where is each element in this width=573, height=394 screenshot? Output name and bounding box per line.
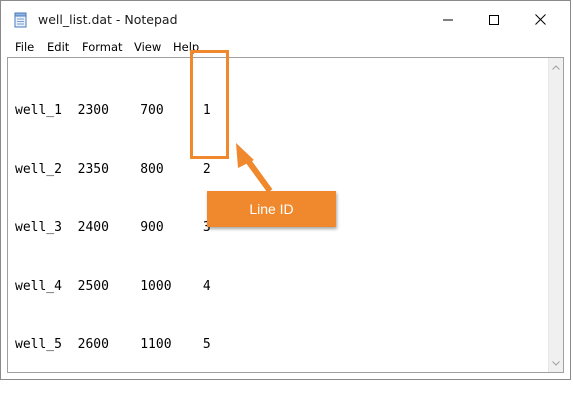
notepad-window: well_list.dat - Notepad File Edit Format… <box>0 0 571 380</box>
callout-label: Line ID <box>249 201 294 217</box>
text-line: well_4 2500 1000 4 <box>15 278 211 294</box>
scroll-down-icon[interactable] <box>549 356 563 370</box>
window-title: well_list.dat - Notepad <box>38 12 178 27</box>
minimize-button[interactable] <box>425 1 471 37</box>
document-text[interactable]: well_1 2300 700 1 well_2 2350 800 2 well… <box>15 62 211 394</box>
text-line: well_2 2350 800 2 <box>15 161 211 177</box>
close-button[interactable] <box>517 1 563 37</box>
menu-file[interactable]: File <box>15 40 34 54</box>
text-line: well_1 2300 700 1 <box>15 103 211 118</box>
scroll-up-icon[interactable] <box>549 60 563 74</box>
text-line: well_5 2600 1100 5 <box>15 337 211 352</box>
close-icon <box>534 10 546 29</box>
menu-edit[interactable]: Edit <box>47 40 69 54</box>
line-id-highlight <box>190 50 229 159</box>
text-line: well_3 2400 900 3 <box>15 220 211 235</box>
menu-view[interactable]: View <box>134 40 161 54</box>
menu-bar: File Edit Format View Help <box>1 37 570 57</box>
line-id-callout: Line ID <box>207 191 336 227</box>
menu-format[interactable]: Format <box>82 40 123 54</box>
minimize-icon <box>443 10 453 29</box>
title-bar[interactable]: well_list.dat - Notepad <box>1 1 570 37</box>
vertical-scrollbar[interactable] <box>548 58 563 372</box>
notepad-icon <box>14 12 28 28</box>
maximize-button[interactable] <box>471 1 517 37</box>
maximize-icon <box>489 10 499 29</box>
